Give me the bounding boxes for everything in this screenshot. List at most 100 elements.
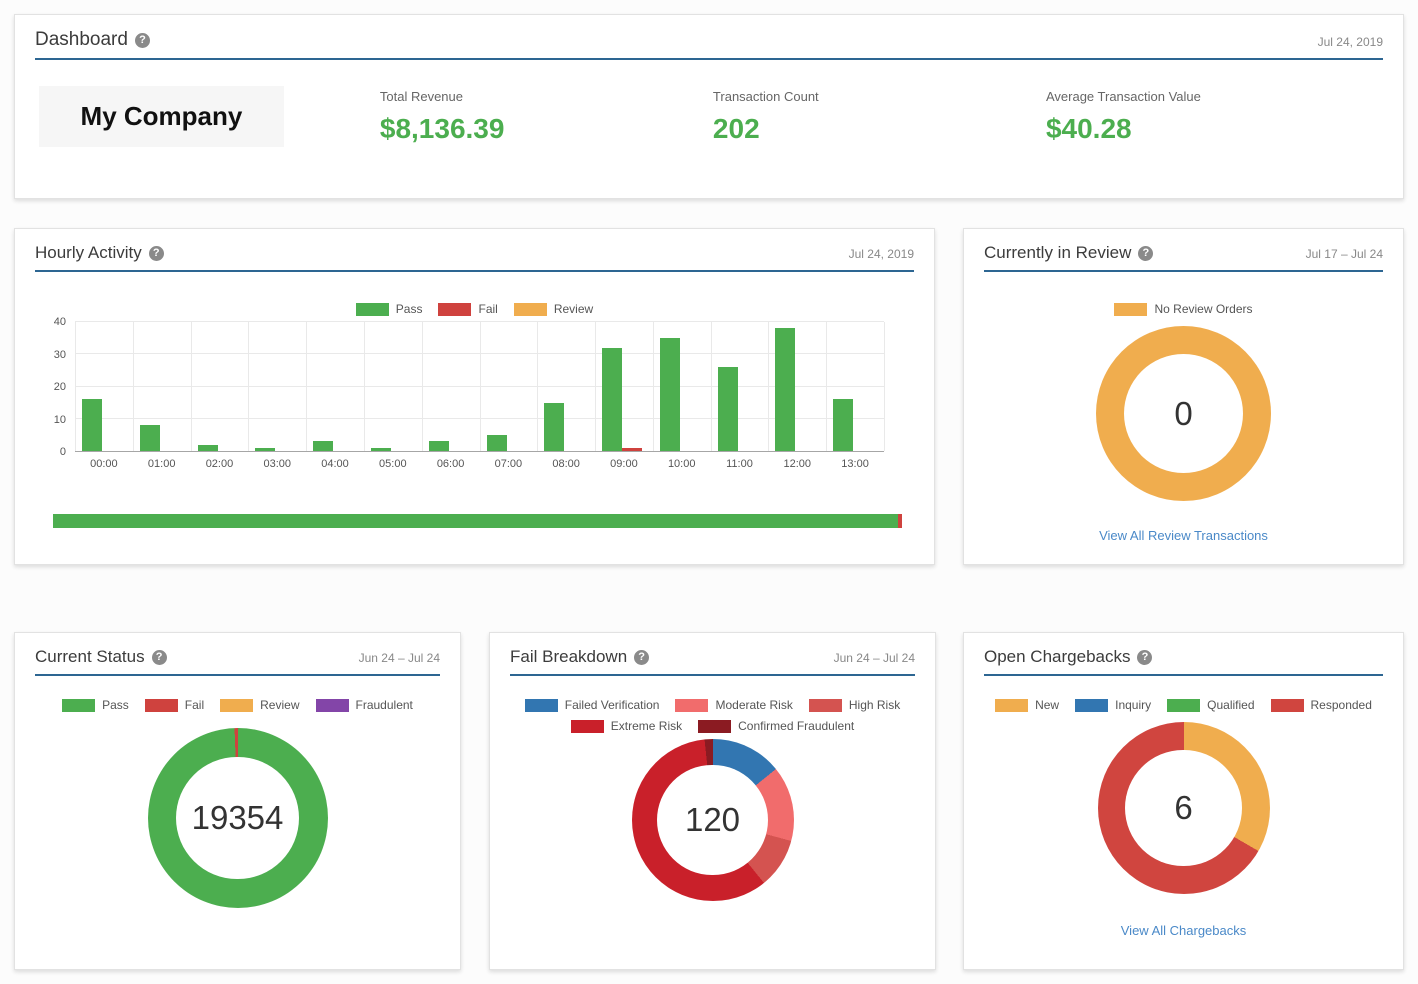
- x-tick-label: 04:00: [306, 458, 364, 470]
- x-tick-label: 10:00: [653, 458, 711, 470]
- metric-total-revenue: Total Revenue $8,136.39: [380, 89, 713, 145]
- currently-in-review-body: No Review Orders 0 View All Review Trans…: [964, 272, 1403, 545]
- view-all-review-transactions-link[interactable]: View All Review Transactions: [1099, 528, 1268, 543]
- legend-label: Inquiry: [1115, 698, 1151, 712]
- bar-pass-06:00: [429, 441, 449, 451]
- legend-label: Fail: [185, 698, 204, 712]
- help-icon[interactable]: ?: [135, 33, 150, 48]
- category-band-01:00: [133, 322, 191, 451]
- legend-item-inquiry: Inquiry: [1075, 698, 1151, 712]
- current-status-title-text: Current Status: [35, 647, 145, 667]
- fail-breakdown-date: Jun 24 – Jul 24: [834, 651, 915, 667]
- current-status-title: Current Status ?: [35, 647, 167, 667]
- x-tick-label: 12:00: [768, 458, 826, 470]
- fail-breakdown-donut-chart: 120: [632, 739, 794, 901]
- fail-breakdown-title: Fail Breakdown ?: [510, 647, 649, 667]
- legend-label: New: [1035, 698, 1059, 712]
- category-band-02:00: [191, 322, 249, 451]
- open-chargebacks-title-text: Open Chargebacks: [984, 647, 1130, 667]
- bar-pass-07:00: [487, 435, 507, 451]
- legend-item-new: New: [995, 698, 1059, 712]
- hourly-activity-body: PassFailReview 010203040 00:0001:0002:00…: [15, 302, 934, 528]
- legend-label: Pass: [102, 698, 129, 712]
- x-tick-label: 05:00: [364, 458, 422, 470]
- help-icon[interactable]: ?: [152, 650, 167, 665]
- metric-label: Transaction Count: [713, 89, 1046, 104]
- fail-breakdown-body: Failed Verification Moderate Risk High Ris…: [490, 676, 935, 901]
- legend-item-responded: Responded: [1271, 698, 1372, 712]
- legend-swatch-new: [995, 699, 1028, 712]
- legend-item-review: Review: [514, 302, 593, 316]
- metric-value: 202: [713, 113, 1046, 145]
- legend-swatch-extreme-risk: [571, 720, 604, 733]
- x-axis: 00:0001:0002:0003:0004:0005:0006:0007:00…: [35, 458, 884, 470]
- category-band-07:00: [480, 322, 538, 451]
- legend-swatch-failed-verification: [525, 699, 558, 712]
- fail-breakdown-donut-hole: 120: [657, 765, 767, 875]
- review-link-row: View All Review Transactions: [1099, 527, 1268, 545]
- category-band-03:00: [248, 322, 306, 451]
- legend-label: Qualified: [1207, 698, 1254, 712]
- legend-label: Extreme Risk: [611, 719, 682, 733]
- current-status-body: PassFailReviewFraudulent 19354: [15, 676, 460, 908]
- legend-swatch-no-review-orders: [1114, 303, 1147, 316]
- metric-label: Total Revenue: [380, 89, 713, 104]
- legend-label: High Risk: [849, 698, 900, 712]
- hourly-activity-date: Jul 24, 2019: [849, 247, 914, 263]
- legend-item-review: Review: [220, 698, 299, 712]
- category-band-00:00: [75, 322, 133, 451]
- fail-breakdown-title-text: Fail Breakdown: [510, 647, 627, 667]
- metric-value: $40.28: [1046, 113, 1379, 145]
- legend-item-fail: Fail: [145, 698, 204, 712]
- legend-item-high-risk: High Risk: [809, 698, 900, 712]
- category-band-05:00: [364, 322, 422, 451]
- y-tick-label: 10: [54, 414, 66, 426]
- legend-label: Moderate Risk: [715, 698, 792, 712]
- help-icon[interactable]: ?: [1137, 650, 1152, 665]
- summary-card-header: Dashboard ? Jul 24, 2019: [35, 29, 1383, 60]
- bar-pass-05:00: [371, 448, 391, 451]
- hourly-plot-row: 010203040: [35, 322, 884, 452]
- view-all-chargebacks-link[interactable]: View All Chargebacks: [1121, 923, 1247, 938]
- x-tick-label: 02:00: [191, 458, 249, 470]
- y-axis: 010203040: [35, 322, 75, 452]
- hourly-activity-title-text: Hourly Activity: [35, 243, 142, 263]
- bar-pass-10:00: [660, 338, 680, 451]
- currently-in-review-title-text: Currently in Review: [984, 243, 1131, 263]
- bar-pass-11:00: [718, 367, 738, 451]
- y-tick-label: 20: [54, 381, 66, 393]
- legend-label: Fraudulent: [356, 698, 413, 712]
- category-band-10:00: [653, 322, 711, 451]
- legend-swatch-fail: [438, 303, 471, 316]
- category-band-12:00: [768, 322, 826, 451]
- bar-pass-12:00: [775, 328, 795, 451]
- legend-swatch-fraudulent: [316, 699, 349, 712]
- y-tick-label: 40: [54, 316, 66, 328]
- legend-swatch-fail: [145, 699, 178, 712]
- category-band-06:00: [422, 322, 480, 451]
- legend-item-no-review-orders: No Review Orders: [1114, 302, 1252, 316]
- bar-pass-04:00: [313, 441, 333, 451]
- dashboard-page: Dashboard ? Jul 24, 2019 My Company Tota…: [0, 0, 1418, 984]
- category-band-11:00: [711, 322, 769, 451]
- help-icon[interactable]: ?: [634, 650, 649, 665]
- hourly-activity-chart: 010203040 00:0001:0002:0003:0004:0005:00…: [35, 322, 914, 528]
- legend-label: Failed Verification: [565, 698, 660, 712]
- x-tick-label: 11:00: [711, 458, 769, 470]
- current-status-legend: Pass Fail Review Fraudulent: [54, 698, 421, 712]
- x-tick-label: 01:00: [133, 458, 191, 470]
- help-icon[interactable]: ?: [149, 246, 164, 261]
- current-status-header: Current Status ? Jun 24 – Jul 24: [35, 647, 440, 676]
- legend-item-pass: Pass: [356, 302, 423, 316]
- summary-date: Jul 24, 2019: [1318, 35, 1383, 51]
- open-chargebacks-donut-chart: 6: [1098, 722, 1270, 894]
- legend-item-confirmed-fraudulent: Confirmed Fraudulent: [698, 719, 854, 733]
- gridline: [884, 322, 885, 451]
- x-tick-label: 03:00: [248, 458, 306, 470]
- bar-pass-03:00: [255, 448, 275, 451]
- legend-label: Pass: [396, 302, 423, 316]
- help-icon[interactable]: ?: [1138, 246, 1153, 261]
- legend-swatch-review: [514, 303, 547, 316]
- open-chargebacks-card: Open Chargebacks ? New Inquiry Qualified Re…: [963, 632, 1404, 970]
- hourly-activity-card: Hourly Activity ? Jul 24, 2019 PassFailR…: [14, 228, 935, 565]
